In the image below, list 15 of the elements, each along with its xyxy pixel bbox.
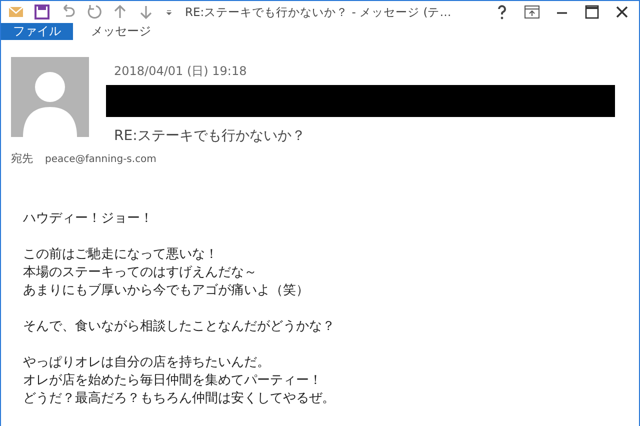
to-label: 宛先 — [11, 151, 33, 166]
window-title: RE:ステーキでも行かないか？ - メッセージ (テ… — [185, 4, 452, 20]
body-text-line: そんで、食いながら相談したことなんだがどうかな？ — [23, 318, 336, 336]
message-subject: RE:ステーキでも行かないか？ — [114, 127, 306, 145]
body-text-line: やっぱりオレは自分の店を持ちたいんだ。 — [23, 354, 271, 372]
sent-date: 2018/04/01 (日) 19:18 — [114, 63, 248, 80]
recipient-address: peace@fanning-s.com — [45, 154, 156, 165]
body-text-line: どうだ？最高だろ？もちろん仲間は安くしてやるぜ。 — [23, 390, 336, 408]
ribbon-tab[interactable]: ファイル — [1, 23, 73, 40]
body-text-line: ハウディー！ジョー！ — [23, 210, 154, 228]
body-text-line: あまりにもブ厚いから今でもアゴが痛いよ（笑） — [23, 282, 310, 300]
ribbon-tab[interactable]: メッセージ — [79, 23, 163, 40]
body-text-line: この前はご馳走になって悪いな！ — [23, 246, 219, 264]
body-text-line: オレが店を始めたら毎日仲間を集めてパーティー！ — [23, 372, 323, 390]
body-text-line: 本場のステーキってのはすげえんだな～ — [23, 264, 258, 282]
